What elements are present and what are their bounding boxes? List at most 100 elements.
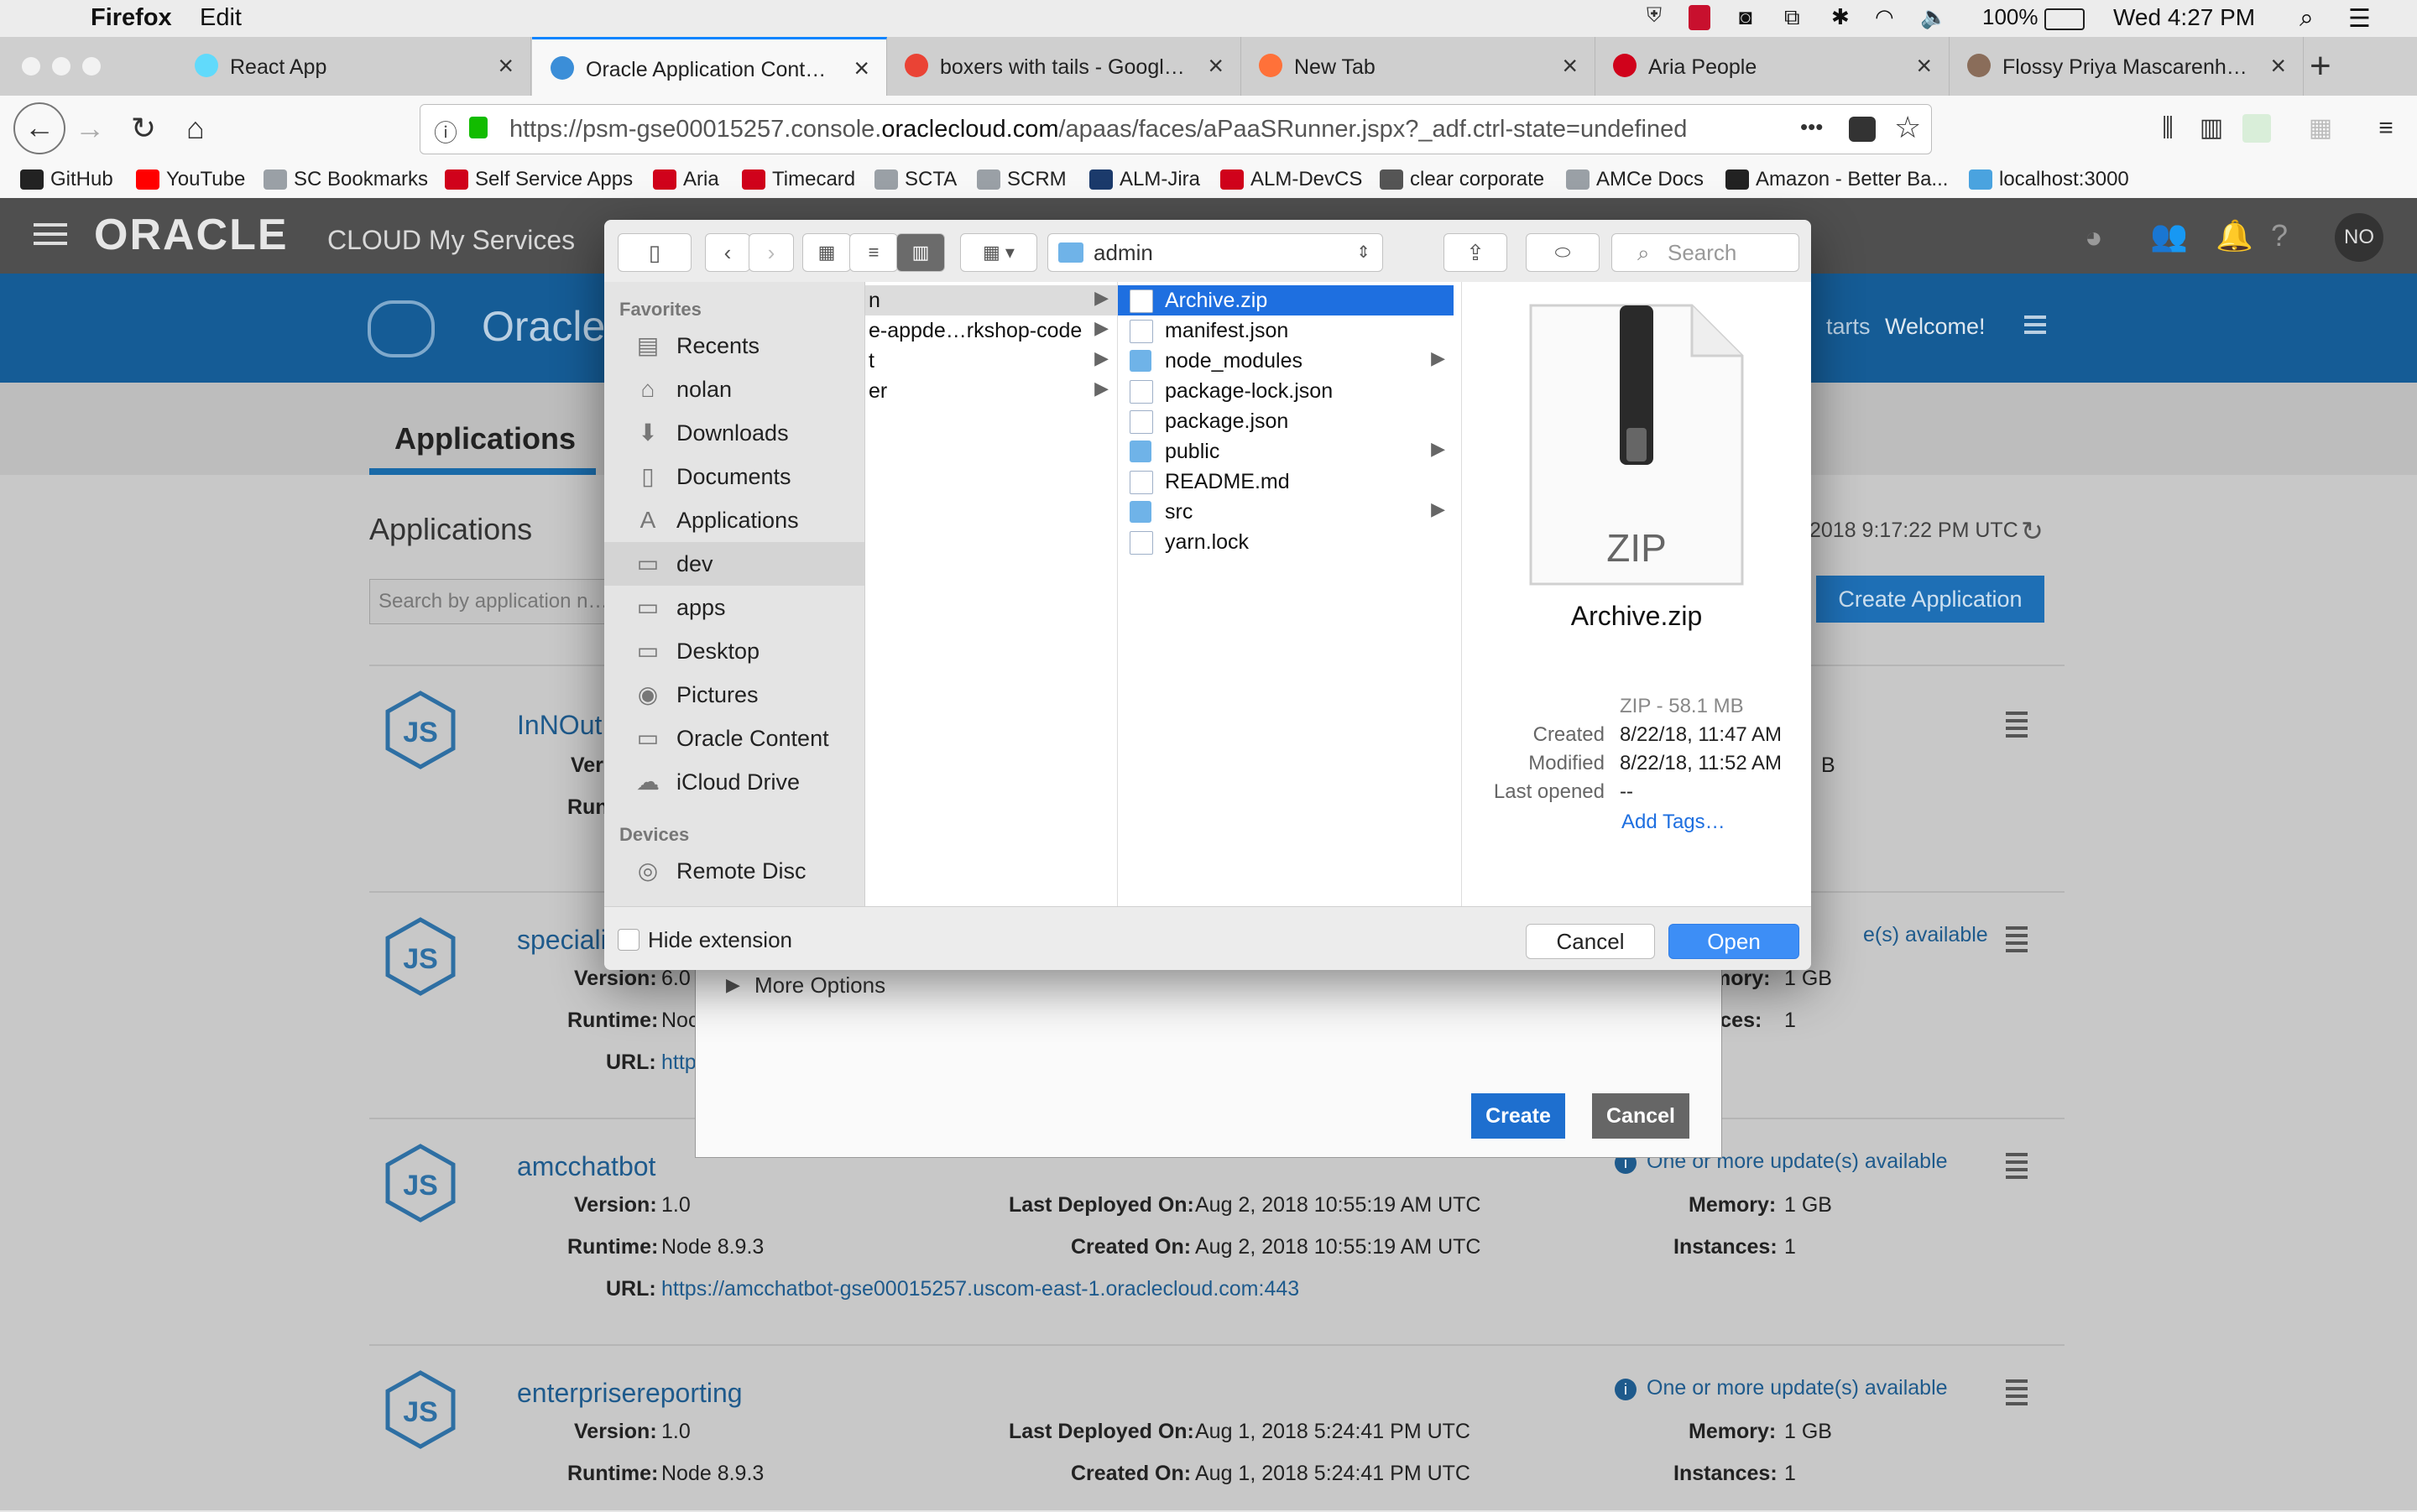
create-button[interactable]: Create <box>1471 1093 1565 1139</box>
screens-icon[interactable]: ⧉ <box>1784 4 1800 31</box>
tab-close-icon[interactable]: × <box>1562 50 1578 81</box>
users-icon[interactable]: 👥 <box>2150 218 2188 253</box>
app-name[interactable]: InNOut <box>517 710 602 741</box>
sidebar-item-apps[interactable]: ▭ apps <box>604 586 864 629</box>
bookmark-item[interactable]: GitHub <box>20 168 113 191</box>
back-button[interactable]: ‹ <box>705 233 750 272</box>
dashboard-icon[interactable]: ◕ <box>2085 220 2103 255</box>
camera-icon[interactable]: ◙ <box>1739 4 1752 30</box>
menu-app-name[interactable]: Firefox <box>91 4 172 32</box>
hide-extension-checkbox[interactable] <box>618 929 639 951</box>
quickstarts-link[interactable]: tarts <box>1826 314 1871 340</box>
bookmark-item[interactable]: AMCe Docs <box>1566 168 1704 191</box>
list-item[interactable]: public ▶ <box>1118 436 1454 467</box>
notification-center-icon[interactable]: ☰ <box>2348 4 2371 34</box>
disclosure-triangle-icon[interactable]: ▶ <box>726 974 740 996</box>
tab-close-icon[interactable]: × <box>2270 50 2286 81</box>
sidebar-item-applications[interactable]: A Applications <box>604 498 864 542</box>
list-item[interactable]: README.md <box>1118 467 1454 497</box>
tab-applications[interactable]: Applications <box>394 421 576 456</box>
search-input[interactable]: Search by application name <box>369 579 614 624</box>
bookmark-item[interactable]: clear corporate <box>1380 168 1544 191</box>
list-item[interactable]: yarn.lock <box>1118 527 1454 557</box>
bell-icon[interactable]: 🔔 <box>2216 218 2253 253</box>
create-cancel-button[interactable]: Cancel <box>1592 1093 1689 1139</box>
browser-tab[interactable]: Flossy Priya Mascarenhas - A × <box>1949 37 2304 96</box>
sidebar-item-remote-disc[interactable]: ◎ Remote Disc <box>604 849 864 893</box>
home-button[interactable]: ⌂ <box>176 109 215 148</box>
refresh-icon[interactable]: ↻ <box>2021 515 2044 547</box>
list-item[interactable]: package-lock.json <box>1118 376 1454 406</box>
bookmark-item[interactable]: ALM-DevCS <box>1220 168 1362 191</box>
list-item[interactable]: manifest.json <box>1118 315 1454 346</box>
bookmark-star-icon[interactable]: ☆ <box>1894 110 1921 145</box>
battery-icon[interactable] <box>2044 8 2085 30</box>
column-view-button[interactable]: ▥ <box>896 233 945 272</box>
menu-edit[interactable]: Edit <box>200 4 242 32</box>
tab-close-icon[interactable]: × <box>854 53 869 84</box>
sidebar-item-pictures[interactable]: ◉ Pictures <box>604 673 864 717</box>
bookmark-item[interactable]: ALM-Jira <box>1089 168 1200 191</box>
new-tab-button[interactable]: + <box>2310 45 2331 87</box>
mcafee-icon[interactable] <box>1689 5 1710 30</box>
share-button[interactable]: ⇪ <box>1443 233 1507 272</box>
sidebar-item-nolan[interactable]: ⌂ nolan <box>604 368 864 411</box>
app-menu-icon[interactable] <box>2006 1379 2028 1383</box>
avatar[interactable]: NO <box>2335 213 2383 262</box>
spotlight-search-icon[interactable]: ⌕ <box>2300 4 2314 33</box>
update-notice[interactable]: e(s) available <box>1863 923 1988 947</box>
create-application-button[interactable]: Create Application <box>1816 576 2044 623</box>
cors-extension-icon[interactable] <box>2242 114 2271 143</box>
list-item[interactable]: src ▶ <box>1118 497 1454 527</box>
banner-menu-icon[interactable] <box>2024 315 2046 319</box>
cancel-button[interactable]: Cancel <box>1526 924 1655 959</box>
bookmark-item[interactable]: SCTA <box>874 168 957 191</box>
sidebar-toggle-button[interactable]: ▯ <box>618 233 692 272</box>
url-text[interactable]: https://psm-gse00015257.console.oraclecl… <box>509 116 1687 143</box>
list-view-button[interactable]: ≡ <box>849 233 898 272</box>
url-bar[interactable]: ⓘ https://psm-gse00015257.console.oracle… <box>420 104 1932 154</box>
volume-icon[interactable]: 🔈 <box>1920 4 1947 30</box>
wifi-icon[interactable]: ◠ <box>1875 4 1894 30</box>
sidebar-item-oracle-content[interactable]: ▭ Oracle Content <box>604 717 864 760</box>
hamburger-menu-icon[interactable]: ≡ <box>2367 109 2405 148</box>
app-menu-icon[interactable] <box>2006 926 2028 930</box>
pocket-icon[interactable] <box>1849 117 1876 142</box>
icon-view-button[interactable]: ▦ <box>802 233 851 272</box>
app-menu-icon[interactable] <box>2006 712 2028 715</box>
sidebar-item-downloads[interactable]: ⬇ Downloads <box>604 411 864 455</box>
tab-close-icon[interactable]: × <box>1208 50 1224 81</box>
bookmark-item[interactable]: Aria <box>653 168 719 191</box>
bookmark-item[interactable]: SCRM <box>977 168 1067 191</box>
update-notice[interactable]: i One or more update(s) available <box>1615 1376 1948 1400</box>
bookmark-item[interactable]: Timecard <box>742 168 855 191</box>
sidebar-item-desktop[interactable]: ▭ Desktop <box>604 629 864 673</box>
extension-icon[interactable]: ▦ <box>2301 109 2340 148</box>
browser-tab[interactable]: boxers with tails - Google Se × <box>886 37 1241 96</box>
forward-button[interactable]: › <box>749 233 794 272</box>
list-item[interactable]: e-appde…rkshop-code ▶ <box>865 315 1117 346</box>
open-button[interactable]: Open <box>1668 924 1799 959</box>
hamburger-icon[interactable] <box>34 223 67 227</box>
app-name[interactable]: enterprisereporting <box>517 1378 743 1409</box>
app-menu-icon[interactable] <box>2006 1153 2028 1156</box>
welcome-link[interactable]: Welcome! <box>1885 314 1986 340</box>
list-item[interactable]: er ▶ <box>865 376 1117 406</box>
reload-button[interactable]: ↻ <box>124 109 163 148</box>
browser-tab[interactable]: Oracle Application Container × <box>532 37 887 96</box>
sidebar-item-documents[interactable]: ▯ Documents <box>604 455 864 498</box>
bookmark-item[interactable]: YouTube <box>136 168 245 191</box>
lock-icon[interactable] <box>469 117 488 138</box>
tags-button[interactable]: ⬭ <box>1526 233 1600 272</box>
url-link[interactable]: https://amcchatbot-gse00015257.uscom-eas… <box>661 1277 1299 1301</box>
tab-close-icon[interactable]: × <box>1916 50 1932 81</box>
page-actions-button[interactable]: ••• <box>1800 114 1823 140</box>
add-tags-link[interactable]: Add Tags… <box>1621 811 1725 834</box>
sidebar-icon[interactable]: ▥ <box>2192 109 2231 148</box>
help-icon[interactable]: ? <box>2271 218 2288 253</box>
back-button[interactable]: ← <box>13 102 65 154</box>
window-controls[interactable] <box>22 57 40 76</box>
bookmark-item[interactable]: Amazon - Better Ba... <box>1725 168 1948 191</box>
url-link[interactable]: http <box>661 1051 697 1075</box>
menubar-clock[interactable]: Wed 4:27 PM <box>2113 4 2255 31</box>
